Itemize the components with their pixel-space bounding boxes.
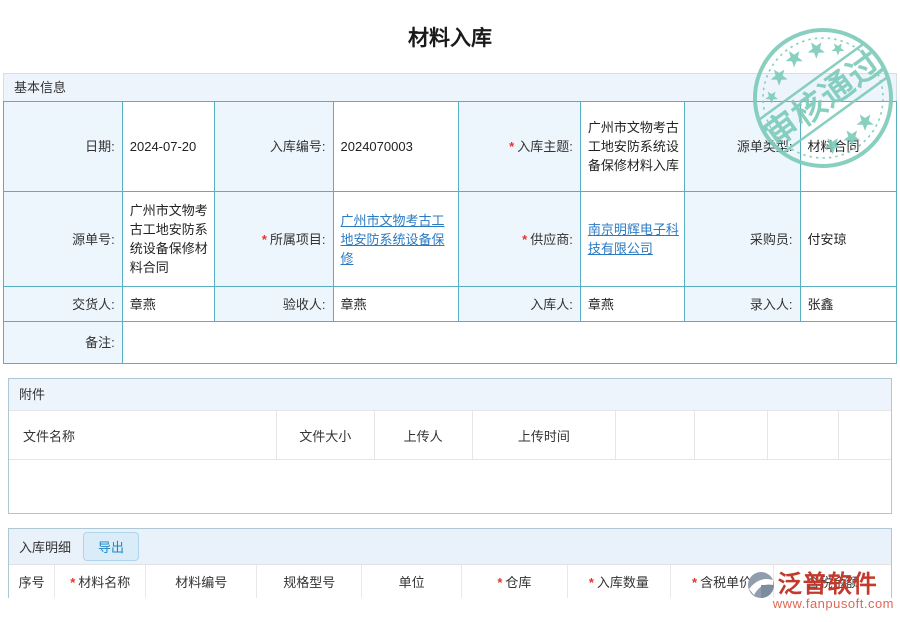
star-icon xyxy=(782,46,805,69)
supplier-value: 南京明辉电子科技有限公司 xyxy=(580,192,684,287)
detail-col-seq: 序号 xyxy=(9,565,55,598)
subject-value: 广州市文物考古工地安防系统设备保修材料入库 xyxy=(580,102,684,192)
required-asterisk: * xyxy=(692,575,697,590)
attachments-empty-area xyxy=(9,460,891,513)
required-asterisk: * xyxy=(589,575,594,590)
inbound-detail-header: 入库明细 导出 xyxy=(9,529,891,564)
warehouser-label: 入库人: xyxy=(459,287,580,322)
inspector-label: 验收人: xyxy=(214,287,333,322)
page-title: 材料入库 xyxy=(0,22,900,47)
basic-info-table: 日期: 2024-07-20 入库编号: 2024070003 *入库主题: 广… xyxy=(3,101,897,364)
supplier-link[interactable]: 南京明辉电子科技有限公司 xyxy=(588,222,679,256)
buyer-label: 采购员: xyxy=(685,192,800,287)
date-label: 日期: xyxy=(4,102,123,192)
project-link[interactable]: 广州市文物考古工地安防系统设备保修 xyxy=(341,213,445,266)
required-asterisk: * xyxy=(522,232,527,247)
attachments-section: 附件 文件名称 文件大小 上传人 上传时间 xyxy=(8,378,892,514)
inspector-value: 章燕 xyxy=(333,287,459,322)
attach-col-filename: 文件名称 xyxy=(9,411,276,460)
detail-col-warehouse: *仓库 xyxy=(461,565,567,598)
required-asterisk: * xyxy=(70,575,75,590)
detail-col-material-name: *材料名称 xyxy=(55,565,146,598)
source-type-value: 材料合同 xyxy=(800,102,897,192)
remark-value xyxy=(122,322,896,364)
attachments-table: 文件名称 文件大小 上传人 上传时间 xyxy=(9,410,891,460)
buyer-value: 付安琼 xyxy=(800,192,897,287)
deliverer-label: 交货人: xyxy=(4,287,123,322)
attach-col-empty xyxy=(616,411,694,460)
attach-col-uploadtime: 上传时间 xyxy=(472,411,616,460)
source-no-label: 源单号: xyxy=(4,192,123,287)
attach-col-uploader: 上传人 xyxy=(374,411,472,460)
detail-col-material-no: 材料编号 xyxy=(146,565,257,598)
detail-col-unit-price: *含税单价 xyxy=(670,565,773,598)
remark-label: 备注: xyxy=(4,322,123,364)
basic-info-section: 基本信息 日期: 2024-07-20 入库编号: 2024070003 *入库… xyxy=(3,73,897,364)
project-value: 广州市文物考古工地安防系统设备保修 xyxy=(333,192,459,287)
detail-col-spec: 规格型号 xyxy=(257,565,362,598)
entry-no-label: 入库编号: xyxy=(214,102,333,192)
attach-col-empty xyxy=(767,411,838,460)
project-label: *所属项目: xyxy=(214,192,333,287)
detail-col-qty: *入库数量 xyxy=(567,565,670,598)
attach-col-empty xyxy=(694,411,767,460)
warehouser-value: 章燕 xyxy=(580,287,684,322)
date-value: 2024-07-20 xyxy=(122,102,214,192)
entry-no-value: 2024070003 xyxy=(333,102,459,192)
subject-label: *入库主题: xyxy=(459,102,580,192)
supplier-label: *供应商: xyxy=(459,192,580,287)
detail-col-amount: 含税金额 xyxy=(774,565,891,598)
recorder-label: 录入人: xyxy=(685,287,800,322)
attachments-header: 附件 xyxy=(9,379,891,410)
basic-info-header: 基本信息 xyxy=(3,73,897,101)
inbound-detail-title: 入库明细 xyxy=(19,537,71,556)
inbound-detail-section: 入库明细 导出 序号 *材料名称 材料编号 规格型号 单位 *仓库 *入库数量 … xyxy=(8,528,892,598)
deliverer-value: 章燕 xyxy=(122,287,214,322)
required-asterisk: * xyxy=(497,575,502,590)
brand-url: www.fanpusoft.com xyxy=(773,596,894,611)
source-no-value: 广州市文物考古工地安防系统设备保修材料合同 xyxy=(122,192,214,287)
attach-col-filesize: 文件大小 xyxy=(276,411,374,460)
recorder-value: 张鑫 xyxy=(800,287,897,322)
export-button[interactable]: 导出 xyxy=(83,532,139,561)
inbound-detail-table: 序号 *材料名称 材料编号 规格型号 单位 *仓库 *入库数量 *含税单价 含税… xyxy=(9,564,891,598)
source-type-label: 源单类型: xyxy=(685,102,800,192)
required-asterisk: * xyxy=(262,232,267,247)
required-asterisk: * xyxy=(509,139,514,154)
attach-col-empty xyxy=(839,411,891,460)
detail-col-unit: 单位 xyxy=(362,565,462,598)
